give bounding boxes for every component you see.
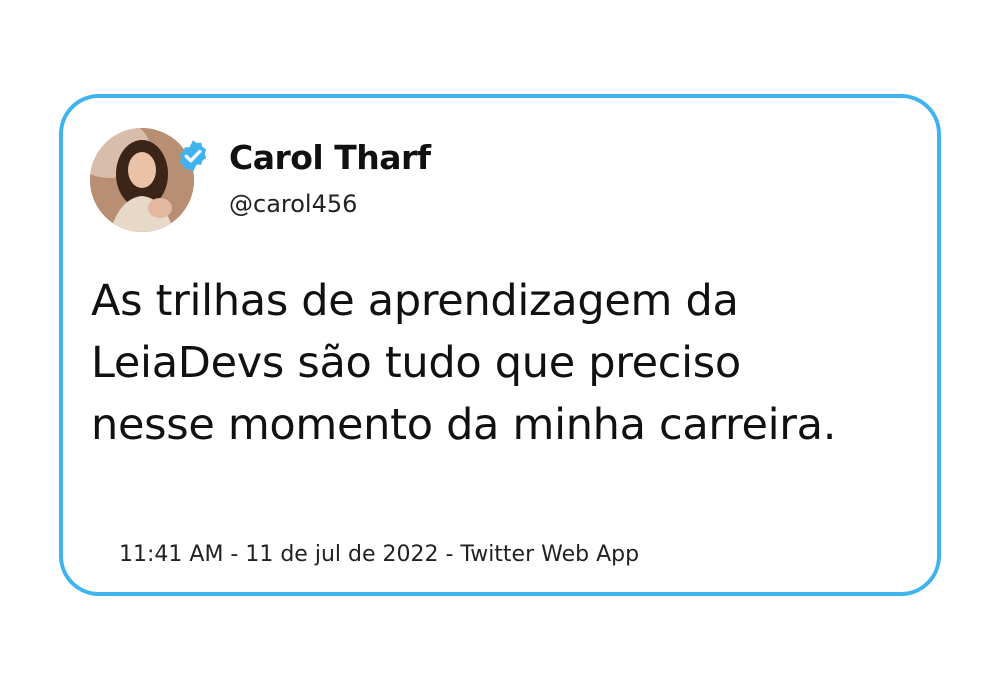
author-name[interactable]: Carol Tharf: [229, 138, 431, 177]
verified-badge-icon: [179, 140, 207, 172]
tweet-card: Carol Tharf @carol456 As trilhas de apre…: [59, 94, 941, 596]
tweet-metadata[interactable]: 11:41 AM - 11 de jul de 2022 - Twitter W…: [119, 542, 639, 567]
tweet-text: As trilhas de aprendizagem da LeiaDevs s…: [91, 276, 837, 450]
author-handle[interactable]: @carol456: [229, 190, 357, 218]
